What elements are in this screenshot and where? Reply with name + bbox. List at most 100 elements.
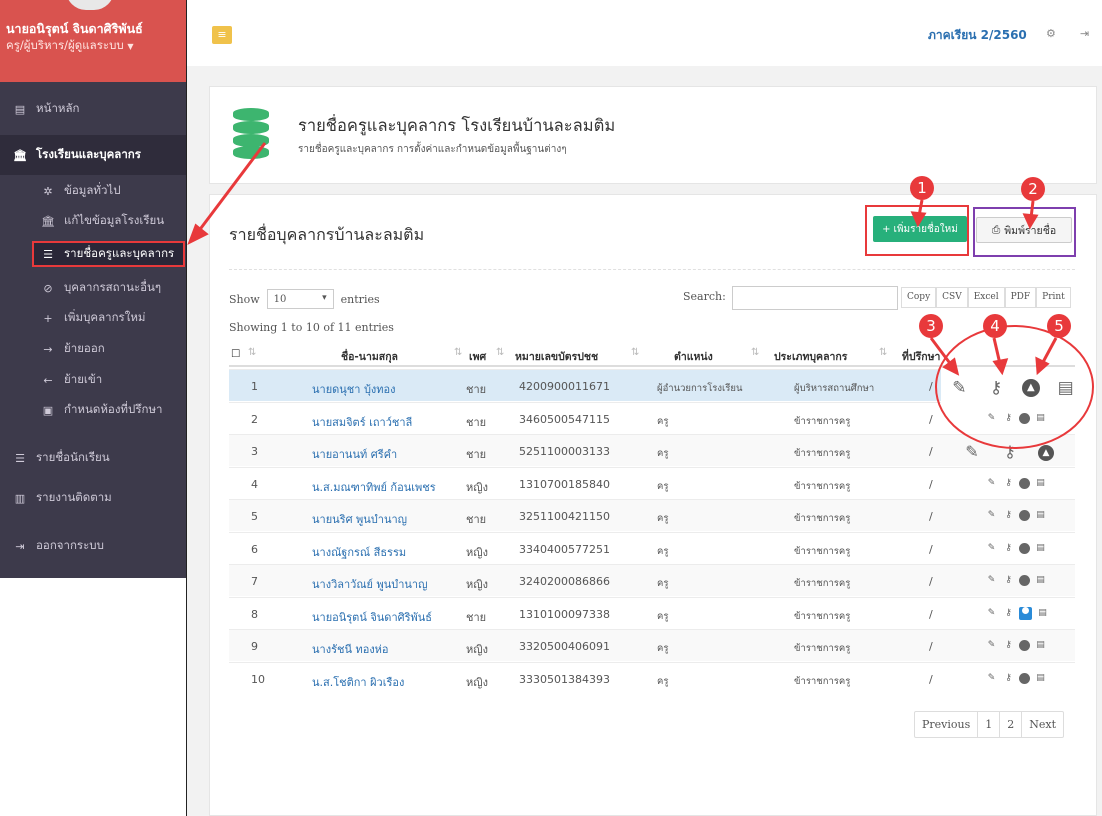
- document-icon[interactable]: ▤: [1036, 607, 1049, 620]
- menu-toggle-button[interactable]: ≡: [212, 26, 232, 44]
- col-name[interactable]: ชื่อ-นามสกุล: [341, 348, 398, 365]
- document-icon[interactable]: ▤: [1034, 509, 1047, 522]
- table-row[interactable]: 8 นายอนิรุตน์ จินดาศิริพันธ์ ชาย 1310100097…: [229, 596, 1075, 629]
- copy-button[interactable]: Copy: [901, 287, 937, 308]
- key-icon[interactable]: ⚷: [1002, 509, 1015, 522]
- staff-type: ข้าราชการครู: [794, 513, 851, 524]
- sidebar-item-other-status[interactable]: ⊘ บุคลากรสถานะอื่นๆ: [0, 273, 187, 303]
- sign-out-icon[interactable]: ⇥: [1080, 27, 1089, 40]
- key-icon[interactable]: ⚷: [1002, 574, 1015, 587]
- staff-name-link[interactable]: นายนริศ พูนบำนาญ: [312, 510, 407, 528]
- sidebar-item-advisor-room[interactable]: ▣ กำหนดห้องที่ปรึกษา: [0, 395, 187, 425]
- sidebar-item-reports[interactable]: ▥ รายงานติดตาม: [0, 483, 187, 513]
- status-icon[interactable]: [1019, 477, 1030, 489]
- edit-icon[interactable]: ✎: [985, 639, 998, 652]
- document-icon[interactable]: ▤: [1034, 477, 1047, 490]
- staff-name-link[interactable]: นายอนิรุตน์ จินดาศิริพันธ์: [312, 608, 432, 626]
- document-icon[interactable]: ▤: [1034, 672, 1047, 685]
- table-row[interactable]: 10 น.ส.โชติกา ผิวเรือง หญิง 3330501384393 คร…: [229, 661, 1075, 694]
- csv-button[interactable]: CSV: [936, 287, 968, 308]
- sort-icon[interactable]: ⇅: [496, 347, 504, 358]
- edit-icon[interactable]: ✎: [985, 509, 998, 522]
- status-icon[interactable]: [1019, 575, 1030, 586]
- status-icon[interactable]: [1019, 510, 1030, 521]
- key-icon[interactable]: ⚷: [1002, 542, 1015, 555]
- table-row[interactable]: 6 นางณัฐกรณ์ สีธรรม หญิง 3340400577251 ครู ข้…: [229, 531, 1075, 564]
- staff-name-link[interactable]: นายอานนท์ ศรีคำ: [312, 445, 397, 463]
- staff-name-link[interactable]: นางวิลาวัณย์ พูนบำนาญ: [312, 575, 427, 593]
- print-button[interactable]: Print: [1036, 287, 1071, 308]
- select-all-checkbox[interactable]: ☐: [231, 348, 240, 360]
- sidebar-item-school[interactable]: 🏛 โรงเรียนและบุคลากร: [0, 135, 187, 175]
- status-icon[interactable]: [1019, 672, 1030, 684]
- edit-icon[interactable]: ✎: [985, 477, 998, 490]
- table-row[interactable]: 3 นายอานนท์ ศรีคำ ชาย 5251100003133 ครู ข้ารา…: [229, 434, 1075, 466]
- bar-chart-icon: ▥: [14, 491, 26, 505]
- pagination-next[interactable]: Next: [1022, 712, 1063, 737]
- col-type[interactable]: ประเภทบุคลากร: [774, 348, 847, 365]
- staff-id-number: 1310100097338: [519, 607, 610, 621]
- table-row[interactable]: 9 นางรัชนี ทองห่อ หญิง 3320500406091 ครู ข้าร…: [229, 629, 1075, 661]
- staff-name-link[interactable]: น.ส.มณฑาทิพย์ ก้อนเพชร: [312, 478, 436, 496]
- document-icon[interactable]: ▤: [1034, 639, 1047, 652]
- sidebar-item-general[interactable]: ✲ ข้อมูลทั่วไป: [0, 176, 187, 206]
- staff-advisor: /: [929, 640, 933, 653]
- staff-name-link[interactable]: นางณัฐกรณ์ สีธรรม: [312, 543, 406, 561]
- page-length-control: Show 10 ▾ entries: [229, 289, 380, 309]
- sort-icon[interactable]: ⇅: [879, 347, 887, 358]
- sidebar-item-students[interactable]: ☰ รายชื่อนักเรียน: [0, 443, 187, 473]
- page-length-select[interactable]: 10 ▾: [266, 289, 334, 309]
- status-icon[interactable]: [1019, 640, 1030, 651]
- pagination-previous[interactable]: Previous: [915, 712, 979, 737]
- edit-icon[interactable]: ✎: [985, 542, 998, 555]
- edit-icon[interactable]: ✎: [985, 574, 998, 587]
- semester-label[interactable]: ภาคเรียน 2/2560: [928, 26, 1027, 45]
- sort-icon[interactable]: ⇅: [631, 347, 639, 358]
- staff-id-number: 3320500406091: [519, 640, 610, 653]
- sort-icon[interactable]: ⇅: [248, 347, 256, 358]
- edit-icon[interactable]: ✎: [985, 672, 998, 685]
- sidebar-item-logout[interactable]: ⇥ ออกจากระบบ: [0, 531, 187, 561]
- sidebar-item-move-out[interactable]: → ย้ายออก: [0, 334, 187, 364]
- status-icon[interactable]: [1019, 542, 1030, 554]
- search-input[interactable]: [732, 286, 898, 310]
- staff-name-link[interactable]: นายดนุชา บุ้งทอง: [312, 380, 396, 398]
- pdf-button[interactable]: PDF: [1004, 287, 1037, 308]
- user-panel[interactable]: นายอนิรุตน์ จินดาศิริพันธ์ ครู/ผู้บริหาร…: [0, 0, 187, 82]
- cogs-icon[interactable]: ⚙: [1046, 27, 1056, 40]
- pagination-page-2[interactable]: 2: [1000, 712, 1023, 737]
- pagination-page-1[interactable]: 1: [978, 712, 1001, 737]
- user-role-dropdown[interactable]: ครู/ผู้บริหาร/ผู้ดูแลระบบ ▼: [6, 37, 187, 55]
- sidebar-item-move-in[interactable]: ← ย้ายเข้า: [0, 365, 187, 395]
- list-icon: ☰: [15, 451, 25, 465]
- excel-button[interactable]: Excel: [967, 287, 1005, 308]
- staff-sex: ชาย: [466, 448, 487, 461]
- col-advisor[interactable]: ที่ปรึกษา: [902, 348, 940, 365]
- sidebar-item-edit-school[interactable]: 🏛 แก้ไขข้อมูลโรงเรียน: [0, 206, 187, 236]
- staff-name-link[interactable]: นางรัชนี ทองห่อ: [312, 640, 389, 658]
- table-row[interactable]: 4 น.ส.มณฑาทิพย์ ก้อนเพชร หญิง 1310700185840…: [229, 466, 1075, 499]
- key-icon[interactable]: ⚷: [1002, 477, 1015, 490]
- key-icon[interactable]: ⚷: [1002, 607, 1015, 620]
- key-icon[interactable]: ⚷: [1002, 639, 1015, 652]
- document-icon[interactable]: ▤: [1034, 542, 1047, 555]
- col-position[interactable]: ตำแหน่ง: [674, 348, 713, 365]
- sort-icon[interactable]: ⇅: [454, 347, 462, 358]
- document-icon[interactable]: ▤: [1034, 574, 1047, 587]
- status-icon[interactable]: [1019, 606, 1032, 620]
- sidebar-item-add-staff[interactable]: + เพิ่มบุคลากรใหม่: [0, 303, 187, 333]
- bank-icon: 🏛: [41, 214, 55, 228]
- annotation-badge-3: 3: [919, 314, 943, 338]
- sidebar-item-staff-list[interactable]: ☰ รายชื่อครูและบุคลากร: [32, 241, 185, 267]
- col-id[interactable]: หมายเลขบัตรปชช: [515, 348, 598, 365]
- edit-icon[interactable]: ✎: [985, 607, 998, 620]
- sidebar-item-home[interactable]: ▤ หน้าหลัก: [0, 94, 187, 124]
- table-row[interactable]: 7 นางวิลาวัณย์ พูนบำนาญ หญิง 3240200086866 ค…: [229, 564, 1075, 596]
- key-icon[interactable]: ⚷: [1002, 672, 1015, 685]
- staff-name-link[interactable]: น.ส.โชติกา ผิวเรือง: [312, 673, 404, 691]
- sort-icon[interactable]: ⇅: [751, 347, 759, 358]
- staff-id-number: 3460500547115: [519, 412, 610, 426]
- staff-name-link[interactable]: นายสมจิตร์ เถาว์ชาลี: [312, 413, 412, 431]
- table-row[interactable]: 5 นายนริศ พูนบำนาญ ชาย 3251100421150 ครู ข้าร…: [229, 499, 1075, 531]
- col-sex[interactable]: เพศ: [469, 348, 486, 365]
